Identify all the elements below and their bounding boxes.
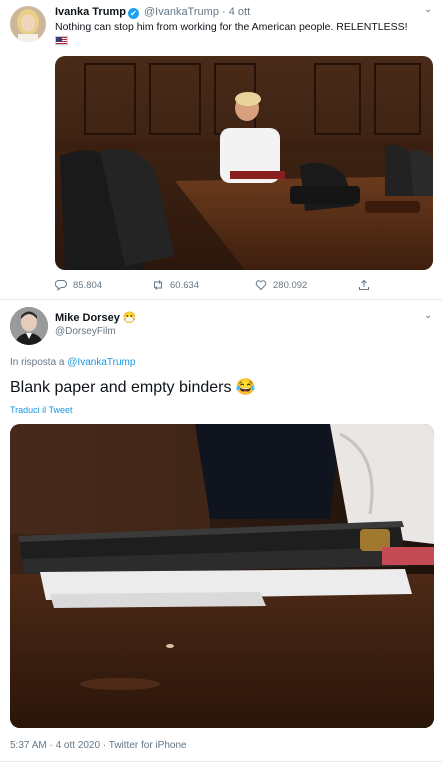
tweet2-more-chevron-icon[interactable]: ⌄: [424, 310, 432, 321]
tweet2-handle[interactable]: @DorseyFilm: [55, 326, 116, 337]
reply-count: 85.804: [73, 279, 103, 291]
tweet2-text-line: Blank paper and empty binders 😂: [10, 377, 256, 397]
tweet2-text: Blank paper and empty binders: [10, 379, 232, 396]
tweet1-text: Nothing can stop him from working for th…: [55, 21, 408, 33]
reply-button[interactable]: 85.804: [55, 279, 102, 291]
reply-icon: [55, 280, 67, 291]
tweet1-author-name[interactable]: Ivanka Trump: [55, 6, 126, 18]
reply-tweet: Mike Dorsey 😷 @DorseyFilm ⌄ In risposta …: [0, 300, 442, 768]
share-button[interactable]: [358, 279, 370, 291]
tweet2-timestamp[interactable]: 5:37 AM · 4 ott 2020 · Twitter for iPhon…: [10, 740, 187, 751]
like-button[interactable]: 280.092: [255, 279, 307, 291]
share-icon: [359, 279, 369, 290]
verified-badge-icon: ✔: [127, 8, 139, 19]
tweet1-handle[interactable]: @IvankaTrump: [144, 6, 219, 18]
laughing-emoji: 😂: [235, 379, 256, 396]
tweet2-author-name[interactable]: Mike Dorsey: [55, 312, 120, 324]
tweet2-photo[interactable]: [10, 424, 434, 728]
translate-tweet-link[interactable]: Traduci il Tweet: [10, 405, 73, 415]
reply-to-link[interactable]: @IvankaTrump: [67, 357, 135, 368]
tweet1-photo[interactable]: [55, 56, 433, 270]
retweet-count: 60.634: [170, 279, 200, 291]
reply-context: In risposta a @IvankaTrump: [10, 357, 135, 368]
reply-prefix: In risposta a: [10, 357, 65, 368]
ivanka-avatar[interactable]: [10, 6, 46, 42]
tweet1-time[interactable]: 4 ott: [229, 6, 250, 18]
tweet2-author-line: Mike Dorsey 😷: [55, 311, 137, 324]
like-count: 280.092: [273, 279, 308, 291]
tweet1-separator: ·: [222, 6, 226, 18]
heart-icon: [255, 280, 267, 291]
original-tweet: Ivanka Trump ✔ @IvankaTrump · 4 ott ⌄ Not…: [0, 0, 442, 300]
mask-emoji: 😷: [122, 312, 137, 324]
retweet-button[interactable]: 60.634: [152, 279, 199, 291]
us-flag-icon: [55, 36, 68, 45]
bottom-divider: [0, 761, 442, 762]
retweet-icon: [154, 280, 162, 290]
tweet1-header: Ivanka Trump ✔ @IvankaTrump · 4 ott: [55, 6, 250, 19]
tweet1-more-chevron-icon[interactable]: ⌄: [424, 4, 432, 15]
tweet1-action-bar: 85.804 60.634 280.092: [55, 279, 425, 295]
mike-dorsey-avatar[interactable]: [10, 307, 48, 345]
